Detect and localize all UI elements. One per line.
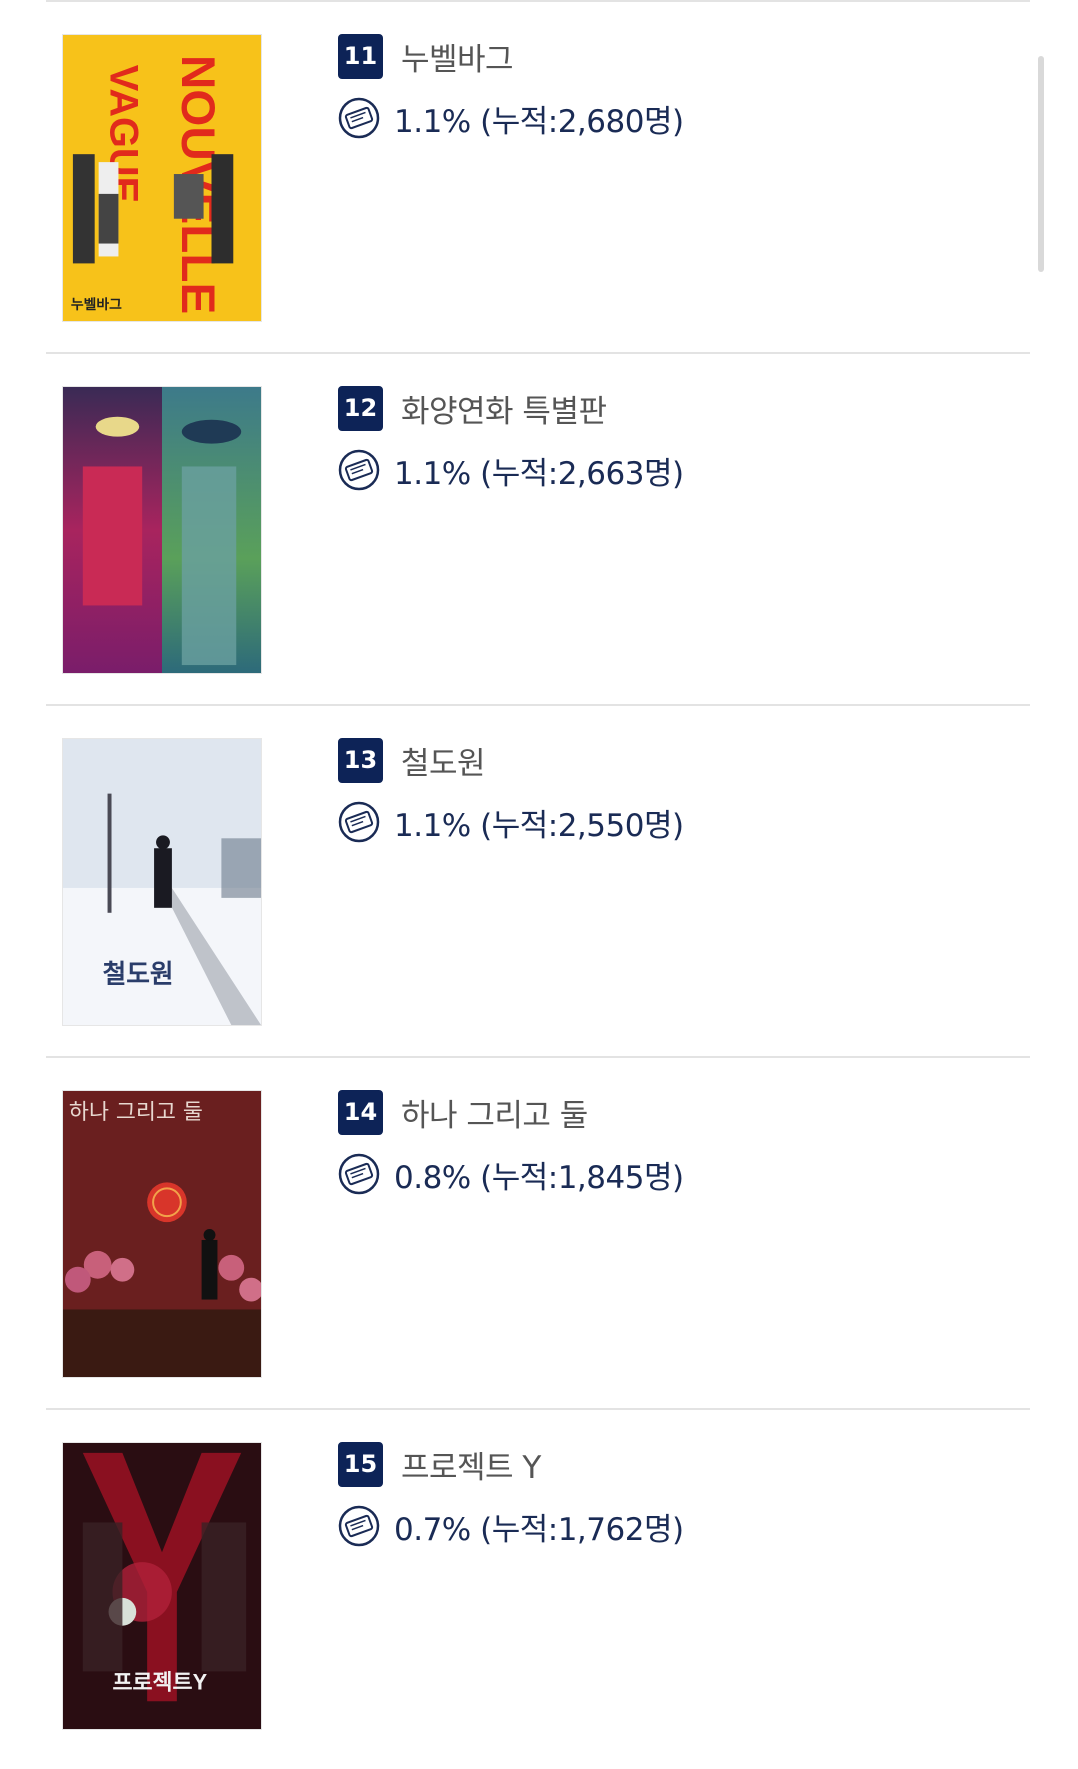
poster-title-ko: 철도원 [103, 959, 174, 988]
movie-title[interactable]: 누벨바그 [401, 34, 514, 79]
ticket-icon [338, 1505, 380, 1547]
ticket-icon [338, 1153, 380, 1195]
audience-share: 1.1% (누적:2,680명) [394, 103, 684, 140]
rank-badge: 14 [338, 1089, 383, 1135]
rank-badge: 13 [338, 737, 383, 783]
poster-project-y-icon: 프로젝트Y [63, 1443, 261, 1729]
poster-title-ko: 하나 그리고 둘 [69, 1100, 203, 1125]
ticket-icon [338, 97, 380, 139]
poster-image[interactable]: 프로젝트Y [62, 1442, 262, 1730]
audience-share: 0.7% (누적:1,762명) [394, 1511, 684, 1548]
poster-title-ko: 프로젝트Y [113, 1669, 208, 1694]
poster-title-ko: 누벨바그 [71, 296, 122, 312]
ticket-icon [338, 449, 380, 491]
movie-title[interactable]: 화양연화 특별판 [401, 386, 607, 431]
list-item[interactable]: 하나 그리고 둘 14 하나 그리고 둘 0.8% (누적:1,845명) [0, 1056, 1078, 1408]
rank-badge: 11 [338, 33, 383, 79]
list-item[interactable]: 12 화양연화 특별판 1.1% (누적:2,663명) [0, 352, 1078, 704]
list-item[interactable]: 철도원 13 철도원 1.1% (누적:2,550명) [0, 704, 1078, 1056]
poster-image[interactable] [62, 386, 262, 674]
ticket-icon [338, 801, 380, 843]
audience-share: 0.8% (누적:1,845명) [394, 1159, 684, 1196]
movie-title[interactable]: 철도원 [401, 738, 486, 783]
poster-nouvelle-vague-icon: NOUVELLE VAGUE 누벨바그 [63, 35, 261, 321]
box-office-list: NOUVELLE VAGUE 누벨바그 11 누벨바그 [0, 0, 1078, 1769]
poster-yi-yi-icon: 하나 그리고 둘 [63, 1091, 261, 1377]
poster-in-the-mood-for-love-icon [63, 387, 261, 673]
poster-image[interactable]: NOUVELLE VAGUE 누벨바그 [62, 34, 262, 322]
rank-badge: 12 [338, 385, 383, 431]
movie-title[interactable]: 하나 그리고 둘 [401, 1090, 588, 1135]
list-item[interactable]: NOUVELLE VAGUE 누벨바그 11 누벨바그 [0, 0, 1078, 352]
list-item[interactable]: 프로젝트Y 15 프로젝트 Y 0.7% (누적:1,762명) [0, 1408, 1078, 1760]
scrollbar[interactable] [1038, 56, 1044, 272]
poster-image[interactable]: 하나 그리고 둘 [62, 1090, 262, 1378]
movie-title[interactable]: 프로젝트 Y [401, 1442, 541, 1487]
audience-share: 1.1% (누적:2,550명) [394, 807, 684, 844]
poster-railroad-man-icon: 철도원 [63, 739, 261, 1025]
audience-share: 1.1% (누적:2,663명) [394, 455, 684, 492]
rank-badge: 15 [338, 1441, 383, 1487]
poster-image[interactable]: 철도원 [62, 738, 262, 1026]
